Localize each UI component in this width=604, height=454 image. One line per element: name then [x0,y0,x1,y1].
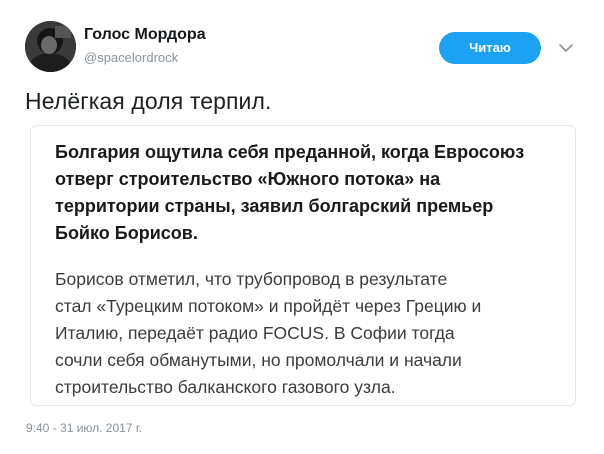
quote-headline: Болгария ощутила себя преданной, когда Е… [55,139,555,247]
body-line: строительство балканского газового узла. [55,377,396,397]
headline-line: Бойко Борисов. [55,223,198,243]
body-line: Италию, передаёт радио FOCUS. В Софии то… [55,323,455,343]
avatar[interactable] [25,21,76,72]
timestamp-link[interactable]: 9:40 - 31 июл. 2017 г. [26,421,142,435]
quote-body: Борисов отметил, что трубопровод в резул… [55,266,560,401]
tweet-text: Нелёгкая доля терпил. [25,88,272,114]
author-name[interactable]: Голос Мордора [84,26,206,44]
chevron-down-icon[interactable] [556,38,576,58]
body-line: сочли себя обманутыми, но промолчали и н… [55,350,462,370]
body-line: Борисов отметил, что трубопровод в резул… [55,269,448,289]
quote-card: Болгария ощутила себя преданной, когда Е… [30,125,576,406]
headline-line: территории страны, заявил болгарский пре… [55,196,494,216]
author-handle[interactable]: @spacelordrock [84,50,178,65]
headline-line: Болгария ощутила себя преданной, когда Е… [55,142,525,162]
headline-line: отверг строительство «Южного потока» на [55,169,441,189]
follow-button[interactable]: Читаю [439,32,541,64]
body-line: стал «Турецким потоком» и пройдёт через … [55,296,482,316]
